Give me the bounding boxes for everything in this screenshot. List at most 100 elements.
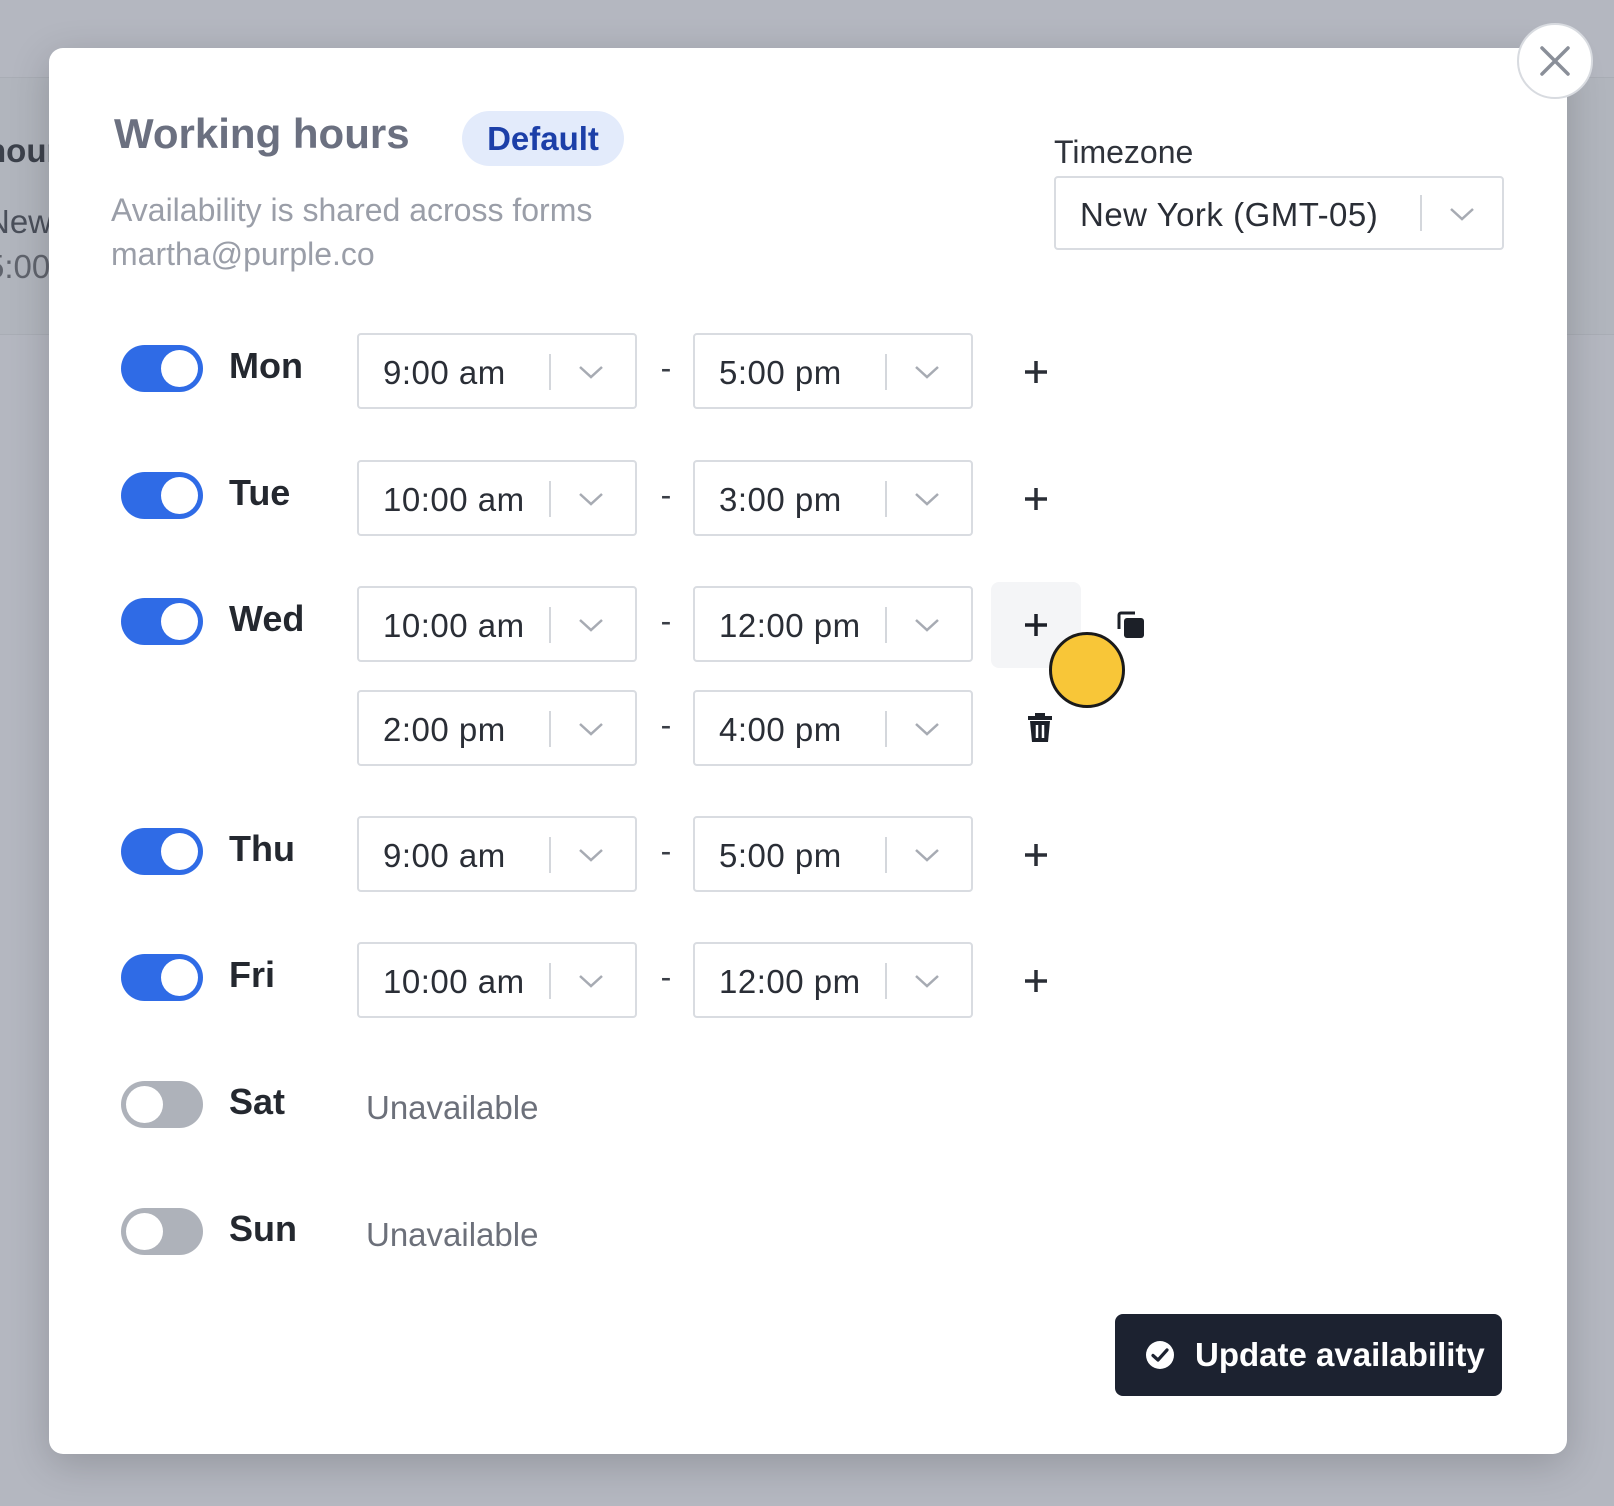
add-range-button-tue[interactable] xyxy=(1016,479,1056,519)
time-value: 9:00 am xyxy=(383,354,506,391)
time-value: 5:00 pm xyxy=(719,837,842,874)
toggle-thu[interactable] xyxy=(121,828,203,875)
select-divider xyxy=(885,711,887,747)
close-icon xyxy=(1540,46,1570,76)
select-divider xyxy=(549,607,551,643)
close-button[interactable] xyxy=(1517,23,1593,99)
time-value: 10:00 am xyxy=(383,963,525,1000)
range-separator: - xyxy=(660,603,672,639)
plus-icon xyxy=(1025,844,1047,866)
copy-icon xyxy=(1117,611,1144,638)
toggle-fri[interactable] xyxy=(121,954,203,1001)
plus-icon xyxy=(1025,970,1047,992)
wed-start-select[interactable]: 10:00 am xyxy=(357,586,637,662)
toggle-sat[interactable] xyxy=(121,1081,203,1128)
chevron-down-icon xyxy=(915,723,939,736)
plus-icon xyxy=(1025,614,1047,636)
add-range-button-mon[interactable] xyxy=(1016,352,1056,392)
tue-start-select[interactable]: 10:00 am xyxy=(357,460,637,536)
chevron-down-icon xyxy=(915,975,939,988)
select-divider xyxy=(549,354,551,390)
time-value: 12:00 pm xyxy=(719,607,861,644)
timezone-select[interactable]: New York (GMT-05) xyxy=(1054,176,1504,250)
day-label-thu: Thu xyxy=(229,828,295,869)
toggle-wed[interactable] xyxy=(121,598,203,645)
range-separator: - xyxy=(660,833,672,869)
select-divider xyxy=(885,837,887,873)
toggle-knob xyxy=(161,350,198,387)
tue-end-select[interactable]: 3:00 pm xyxy=(693,460,973,536)
copy-times-button[interactable] xyxy=(1111,605,1151,645)
update-availability-button[interactable]: Update availability xyxy=(1115,1314,1502,1396)
chevron-down-icon xyxy=(579,366,603,379)
add-range-button-thu[interactable] xyxy=(1016,835,1056,875)
time-value: 9:00 am xyxy=(383,837,506,874)
select-divider xyxy=(549,711,551,747)
timezone-label: Timezone xyxy=(1054,134,1194,170)
day-label-fri: Fri xyxy=(229,954,276,995)
toggle-knob xyxy=(126,1213,163,1250)
wed-end-select[interactable]: 12:00 pm xyxy=(693,586,973,662)
toggle-mon[interactable] xyxy=(121,345,203,392)
day-label-mon: Mon xyxy=(229,345,303,386)
day-label-wed: Wed xyxy=(229,598,305,639)
unavailable-label: Unavailable xyxy=(366,1089,539,1126)
trash-icon xyxy=(1028,713,1052,742)
range-separator: - xyxy=(660,707,672,743)
add-range-button-wed[interactable] xyxy=(1016,605,1056,645)
select-divider xyxy=(885,963,887,999)
chevron-down-icon xyxy=(579,723,603,736)
timezone-value: New York (GMT-05) xyxy=(1080,196,1379,233)
time-value: 5:00 pm xyxy=(719,354,842,391)
mon-start-select[interactable]: 9:00 am xyxy=(357,333,637,409)
toggle-knob xyxy=(161,477,198,514)
wed-start-select-2[interactable]: 2:00 pm xyxy=(357,690,637,766)
chevron-down-icon xyxy=(579,493,603,506)
background-text: 5:00 xyxy=(0,248,51,285)
default-badge: Default xyxy=(462,111,624,166)
chevron-down-icon xyxy=(579,975,603,988)
wed-end-select-2[interactable]: 4:00 pm xyxy=(693,690,973,766)
select-divider xyxy=(885,481,887,517)
select-divider xyxy=(549,837,551,873)
toggle-sun[interactable] xyxy=(121,1208,203,1255)
modal-title: Working hours xyxy=(114,110,410,157)
day-label-sun: Sun xyxy=(229,1208,297,1249)
chevron-down-icon xyxy=(579,849,603,862)
chevron-down-icon xyxy=(915,849,939,862)
toggle-tue[interactable] xyxy=(121,472,203,519)
update-button-label: Update availability xyxy=(1195,1336,1485,1373)
mon-end-select[interactable]: 5:00 pm xyxy=(693,333,973,409)
select-divider xyxy=(549,481,551,517)
range-separator: - xyxy=(660,477,672,513)
delete-range-button[interactable] xyxy=(1020,708,1060,748)
select-divider xyxy=(1420,195,1422,231)
chevron-down-icon xyxy=(915,366,939,379)
fri-start-select[interactable]: 10:00 am xyxy=(357,942,637,1018)
time-value: 3:00 pm xyxy=(719,481,842,518)
add-range-button-fri[interactable] xyxy=(1016,961,1056,1001)
account-email: martha@purple.co xyxy=(111,236,375,272)
day-label-tue: Tue xyxy=(229,472,291,513)
range-separator: - xyxy=(660,350,672,386)
check-circle-icon xyxy=(1146,1341,1174,1369)
select-divider xyxy=(549,963,551,999)
cursor-marker xyxy=(1049,632,1125,708)
toggle-knob xyxy=(126,1086,163,1123)
chevron-down-icon xyxy=(579,619,603,632)
time-value: 10:00 am xyxy=(383,607,525,644)
select-divider xyxy=(885,354,887,390)
modal-subtitle: Availability is shared across forms xyxy=(111,192,593,228)
thu-end-select[interactable]: 5:00 pm xyxy=(693,816,973,892)
background-text: New xyxy=(0,203,53,240)
thu-start-select[interactable]: 9:00 am xyxy=(357,816,637,892)
fri-end-select[interactable]: 12:00 pm xyxy=(693,942,973,1018)
chevron-down-icon xyxy=(1450,208,1474,221)
plus-icon xyxy=(1025,488,1047,510)
toggle-knob xyxy=(161,833,198,870)
select-divider xyxy=(885,607,887,643)
day-label-sat: Sat xyxy=(229,1081,286,1122)
time-value: 2:00 pm xyxy=(383,711,506,748)
toggle-knob xyxy=(161,959,198,996)
toggle-knob xyxy=(161,603,198,640)
